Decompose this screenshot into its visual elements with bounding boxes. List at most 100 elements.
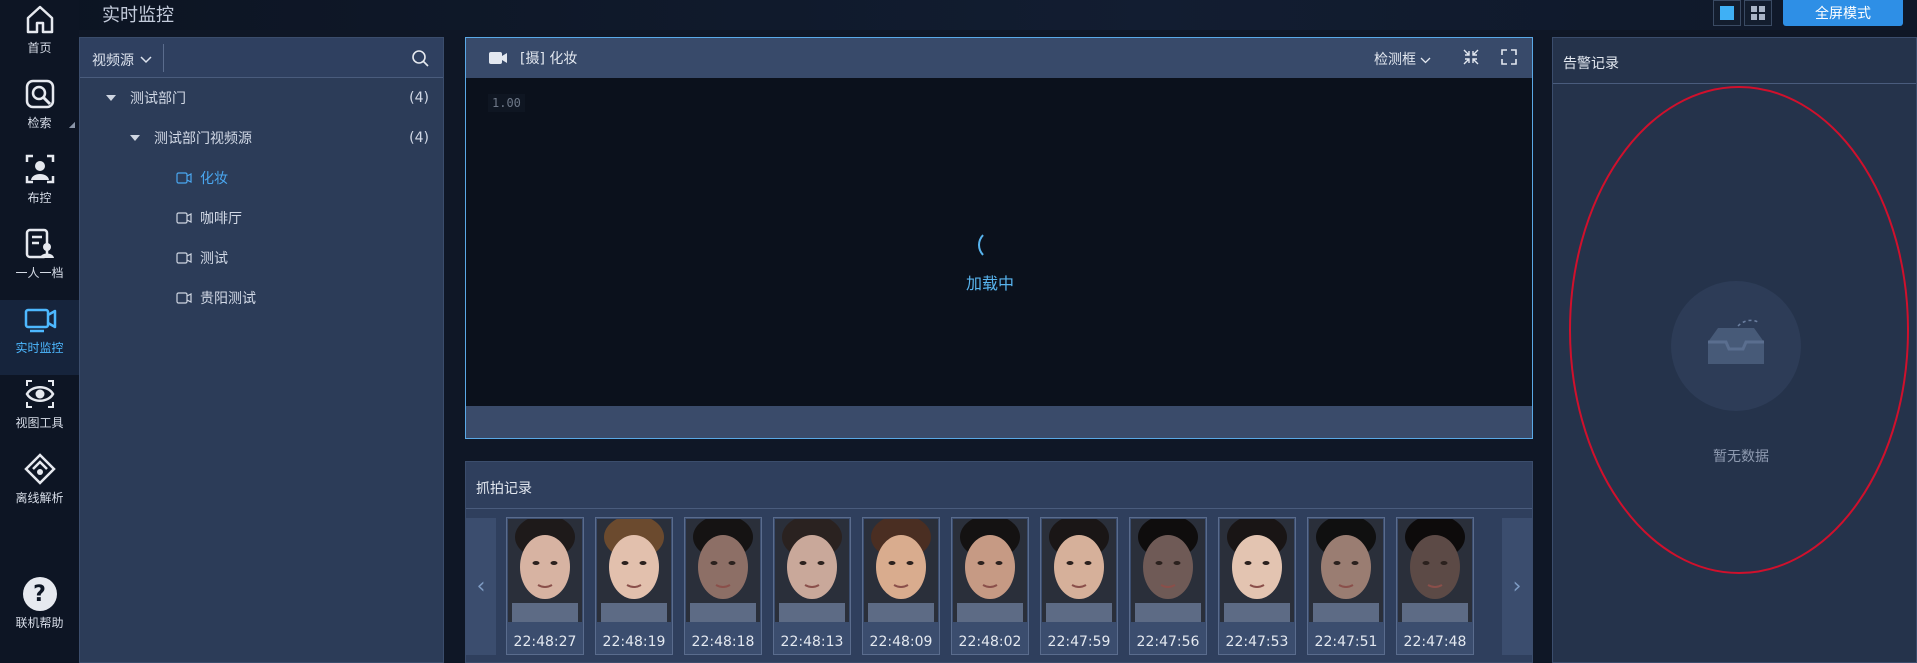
tree-node-count: (4)	[409, 130, 429, 146]
capture-prev-button[interactable]: ‹	[466, 518, 496, 655]
face-thumbnail	[1131, 519, 1205, 622]
page-title: 实时监控	[102, 5, 174, 26]
capture-card[interactable]: 22:48:27	[506, 517, 584, 655]
detect-box-dropdown[interactable]: 检测框	[1374, 49, 1431, 69]
tree-node-video-source[interactable]: 测试部门视频源 (4)	[130, 122, 443, 154]
chevron-down-icon	[1420, 57, 1431, 64]
capture-time: 22:47:48	[1403, 634, 1467, 650]
face-thumbnail	[775, 519, 849, 622]
search-face-icon	[25, 79, 54, 109]
nav-item-offline-analysis[interactable]: 离线解析	[0, 450, 79, 525]
expand-corner-icon	[69, 122, 75, 128]
loading-spinner-icon	[978, 230, 1008, 260]
capture-time: 22:48:27	[513, 634, 577, 650]
nav-label: 视图工具	[15, 416, 64, 430]
empty-state-icon	[1671, 281, 1801, 411]
capture-card[interactable]: 22:48:18	[684, 517, 762, 655]
alarm-records-panel: 告警记录 暂无数据	[1552, 37, 1917, 663]
capture-card[interactable]: 22:48:09	[862, 517, 940, 655]
capture-card[interactable]: 22:47:59	[1040, 517, 1118, 655]
person-file-icon	[25, 228, 54, 259]
empty-state-text: 暂无数据	[1713, 449, 1769, 465]
face-thumbnail	[508, 519, 582, 622]
tree-node-camera-test[interactable]: 测试	[176, 242, 228, 274]
nav-label: 一人一档	[15, 266, 64, 280]
face-thumbnail	[1042, 519, 1116, 622]
capture-time: 22:47:56	[1136, 634, 1200, 650]
offline-analysis-icon	[23, 453, 56, 485]
nav-label: 联机帮助	[15, 616, 64, 630]
expand-arrow-icon[interactable]	[106, 95, 116, 101]
tree-node-label: 贵阳测试	[200, 291, 256, 307]
tree-node-camera-guiyang[interactable]: 贵阳测试	[176, 282, 256, 314]
fit-screen-icon[interactable]	[1462, 48, 1480, 66]
face-thumbnail	[864, 519, 938, 622]
video-source-dropdown[interactable]: 视频源	[92, 50, 152, 70]
capture-card[interactable]: 22:48:19	[595, 517, 673, 655]
video-header: [摄] 化妆 检测框	[466, 38, 1532, 78]
single-view-button[interactable]	[1713, 0, 1741, 26]
capture-strip: 22:48:27 22:48:19 22:48:18 22:48:13 22:48:09…	[506, 517, 1502, 657]
loading-text: 加载中	[966, 274, 1015, 293]
capture-card[interactable]: 22:47:56	[1129, 517, 1207, 655]
nav-item-view-tools[interactable]: 视图工具	[0, 375, 79, 450]
home-icon	[26, 5, 53, 34]
video-viewport[interactable]: 1.00 加载中	[466, 78, 1532, 406]
capture-card[interactable]: 22:47:53	[1218, 517, 1296, 655]
capture-card[interactable]: 22:47:48	[1396, 517, 1474, 655]
eye-icon	[25, 380, 54, 408]
capture-card[interactable]: 22:48:13	[773, 517, 851, 655]
capture-header: 抓拍记录	[466, 462, 1532, 509]
tree-node-camera-makeup[interactable]: 化妆	[176, 162, 228, 194]
video-footer-bar	[466, 406, 1532, 438]
zoom-level: 1.00	[488, 94, 525, 112]
capture-card[interactable]: 22:48:02	[951, 517, 1029, 655]
capture-title: 抓拍记录	[476, 481, 532, 497]
monitor-icon	[24, 308, 56, 333]
search-icon[interactable]	[411, 49, 429, 67]
capture-time: 22:48:13	[780, 634, 844, 650]
help-icon: ?	[22, 577, 57, 611]
capture-card[interactable]: 22:47:51	[1307, 517, 1385, 655]
tree-node-label: 测试	[200, 251, 228, 267]
detect-box-label: 检测框	[1374, 52, 1416, 68]
nav-label: 布控	[27, 191, 52, 205]
single-view-icon	[1720, 6, 1734, 20]
expand-icon[interactable]	[1500, 48, 1518, 66]
capture-time: 22:47:59	[1047, 634, 1111, 650]
chevron-down-icon	[140, 56, 152, 64]
nav-item-home[interactable]: 首页	[0, 0, 79, 75]
face-thumbnail	[953, 519, 1027, 622]
tree-node-camera-cafe[interactable]: 咖啡厅	[176, 202, 242, 234]
capture-time: 22:48:09	[869, 634, 933, 650]
grid-view-icon	[1751, 6, 1765, 20]
fullscreen-button[interactable]: 全屏模式	[1783, 0, 1903, 26]
tree-node-department[interactable]: 测试部门 (4)	[106, 82, 443, 114]
expand-arrow-icon[interactable]	[130, 135, 140, 141]
nav-item-monitor[interactable]: 实时监控	[0, 300, 79, 375]
nav-label: 首页	[27, 41, 52, 55]
nav-item-search[interactable]: 检索	[0, 75, 79, 150]
nav-item-help[interactable]: ? 联机帮助	[0, 575, 79, 650]
nav-item-person-file[interactable]: 一人一档	[0, 225, 79, 300]
top-bar: 实时监控 全屏模式	[0, 0, 1917, 30]
capture-time: 22:47:53	[1225, 634, 1289, 650]
video-title: [摄] 化妆	[520, 51, 578, 67]
tree-header: 视频源	[80, 38, 443, 78]
tree-node-label: 咖啡厅	[200, 211, 242, 227]
capture-next-button[interactable]: ›	[1502, 518, 1532, 655]
face-thumbnail	[686, 519, 760, 622]
capture-time: 22:48:18	[691, 634, 755, 650]
left-nav: 首页 检索 布控 一人一档 实时监控 视图工具 离线解析 ? 联机帮助	[0, 0, 79, 663]
camera-icon	[176, 212, 192, 224]
nav-item-deploy[interactable]: 布控	[0, 122, 79, 225]
nav-label: 离线解析	[15, 491, 64, 505]
divider	[163, 44, 164, 72]
nav-label: 检索	[27, 116, 52, 130]
tree-node-count: (4)	[409, 90, 429, 106]
deploy-person-icon	[25, 154, 54, 184]
chevron-right-icon: ›	[1512, 574, 1522, 599]
capture-time: 22:48:19	[602, 634, 666, 650]
grid-view-button[interactable]	[1744, 0, 1772, 26]
camera-icon	[176, 292, 192, 304]
